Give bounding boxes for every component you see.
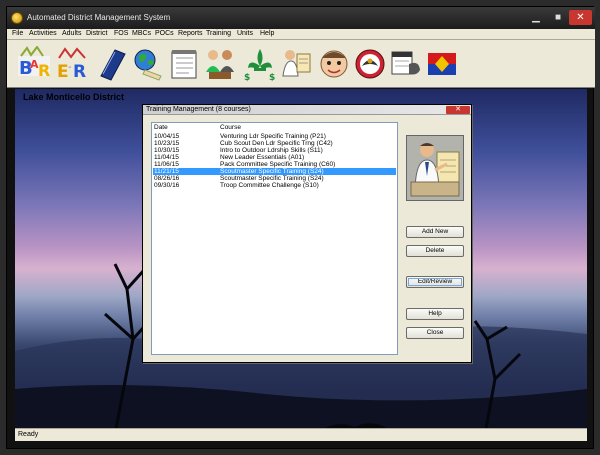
column-course: Course	[220, 124, 241, 131]
globe-hand-icon[interactable]	[131, 46, 165, 82]
svg-text:R: R	[73, 62, 86, 82]
course-name: Scoutmaster Specific Training (S24)	[220, 168, 324, 175]
menu-bar: File Activities Adults District FOS MBCs…	[7, 29, 595, 40]
course-name: New Leader Essentials (A01)	[220, 154, 305, 161]
svg-text:$: $	[269, 73, 275, 82]
menu-pocs[interactable]: POCs	[155, 30, 174, 37]
svg-text:R: R	[38, 61, 50, 80]
app-window: Automated District Management System ▁ ■…	[6, 6, 595, 449]
course-date: 10/30/15	[154, 147, 180, 154]
delete-button[interactable]: Delete	[406, 245, 464, 257]
minimize-button[interactable]: ▁	[525, 10, 547, 25]
course-row[interactable]: 11/06/15 Pack Committee Specific Trainin…	[153, 161, 396, 168]
close-button[interactable]: ✕	[569, 10, 592, 25]
district-flag-icon[interactable]	[425, 46, 459, 82]
svg-text:$: $	[244, 73, 250, 82]
course-row-selected[interactable]: 11/21/15 Scoutmaster Specific Training (…	[153, 168, 396, 175]
course-date: 11/21/15	[154, 168, 179, 175]
meeting-people-icon[interactable]	[203, 46, 237, 82]
course-row[interactable]: 10/04/15 Venturing Ldr Specific Training…	[153, 133, 396, 140]
help-button[interactable]: Help	[406, 308, 464, 320]
course-name: Intro to Outdoor Ldrship Skills (S11)	[220, 147, 323, 154]
course-date: 11/04/15	[154, 154, 179, 161]
course-date: 08/26/16	[154, 175, 180, 182]
course-name: Pack Committee Specific Training (C60)	[220, 161, 336, 168]
course-name: Venturing Ldr Specific Training (P21)	[220, 133, 326, 140]
dialog-close-button[interactable]: ✕	[446, 106, 470, 114]
add-new-button[interactable]: Add New	[406, 226, 464, 238]
menu-reports[interactable]: Reports	[178, 30, 203, 37]
menu-district[interactable]: District	[86, 30, 107, 37]
course-list[interactable]: Date Course 10/04/15 Venturing Ldr Speci…	[151, 122, 398, 355]
trainer-illustration	[406, 135, 464, 201]
toolbar: BAR E-R $ $	[7, 40, 595, 88]
title-bar[interactable]: Automated District Management System ▁ ■…	[7, 7, 595, 29]
course-date: 10/23/15	[154, 140, 180, 147]
course-date: 11/06/15	[154, 161, 179, 168]
er-logo-icon[interactable]: E-R	[55, 46, 89, 82]
svg-text:E: E	[57, 62, 69, 82]
course-name: Cub Scout Den Ldr Specific Trng (C42)	[220, 140, 333, 147]
edit-review-button[interactable]: Edit/Review	[406, 276, 464, 288]
fleur-de-lis-money-icon[interactable]: $ $	[243, 46, 277, 83]
column-date: Date	[154, 124, 168, 131]
window-title: Automated District Management System	[27, 13, 171, 22]
app-icon[interactable]	[11, 12, 23, 24]
course-row[interactable]: 08/26/16 Scoutmaster Specific Training (…	[153, 175, 396, 182]
training-management-dialog: Training Management (8 courses) ✕ Date C…	[142, 104, 472, 363]
eagle-badge-icon[interactable]	[353, 46, 387, 82]
status-text: Ready	[18, 431, 39, 438]
course-row[interactable]: 10/30/15 Intro to Outdoor Ldrship Skills…	[153, 147, 396, 154]
presenter-icon[interactable]	[279, 46, 313, 82]
blue-book-icon[interactable]	[95, 46, 129, 82]
course-name: Troop Committee Challenge (S10)	[220, 182, 319, 189]
menu-mbcs[interactable]: MBCs	[132, 30, 151, 37]
status-bar: Ready	[15, 428, 587, 441]
course-date: 09/30/16	[154, 182, 180, 189]
menu-activities[interactable]: Activities	[29, 30, 57, 37]
bar-logo-icon[interactable]: BAR	[17, 45, 51, 82]
course-list-header: Date Course	[152, 123, 397, 132]
maximize-button[interactable]: ■	[547, 10, 569, 25]
dialog-title: Training Management (8 courses)	[146, 106, 251, 113]
course-name: Scoutmaster Specific Training (S24)	[220, 175, 324, 182]
course-row[interactable]: 09/30/16 Troop Committee Challenge (S10)	[153, 182, 396, 189]
district-name-label: Lake Monticello District	[23, 92, 125, 102]
menu-units[interactable]: Units	[237, 30, 253, 37]
calendar-phone-icon[interactable]	[389, 46, 423, 82]
scout-face-icon[interactable]	[317, 46, 351, 82]
desktop-background: Lake Monticello District Training Manage…	[15, 89, 587, 434]
menu-fos[interactable]: FOS	[114, 30, 128, 37]
course-row[interactable]: 11/04/15 New Leader Essentials (A01)	[153, 154, 396, 161]
menu-help[interactable]: Help	[260, 30, 274, 37]
menu-training[interactable]: Training	[206, 30, 231, 37]
course-date: 10/04/15	[154, 133, 180, 140]
notepad-icon[interactable]	[167, 46, 201, 82]
menu-file[interactable]: File	[12, 30, 23, 37]
close-dialog-button[interactable]: Close	[406, 327, 464, 339]
svg-text:-: -	[68, 62, 72, 73]
dialog-title-bar[interactable]: Training Management (8 courses) ✕	[143, 105, 471, 115]
course-row[interactable]: 10/23/15 Cub Scout Den Ldr Specific Trng…	[153, 140, 396, 147]
menu-adults[interactable]: Adults	[62, 30, 81, 37]
